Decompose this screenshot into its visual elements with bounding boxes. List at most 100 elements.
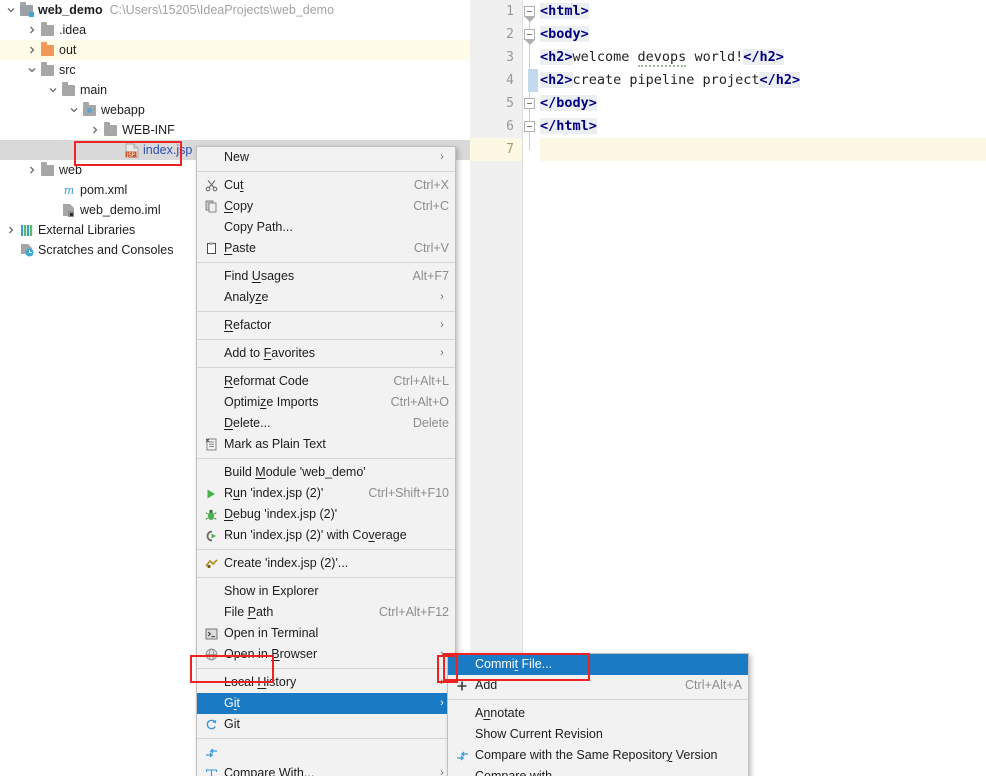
menu-item-paste[interactable]: Paste Ctrl+V <box>197 238 455 259</box>
menu-accelerator: Ctrl+Shift+F10 <box>368 486 449 500</box>
tree-row-src[interactable]: src <box>0 60 470 80</box>
menu-label: Debug 'index.jsp (2)' <box>224 507 338 521</box>
menu-item-compare-with[interactable] <box>197 742 455 763</box>
menu-item-diagrams[interactable]: Compare With... › <box>197 763 455 776</box>
menu-item-compare-same-repo-version[interactable]: Compare with the Same Repository Version <box>448 745 748 766</box>
caret-highlight <box>528 69 538 92</box>
menu-item-copy-path[interactable]: Copy Path... <box>197 217 455 238</box>
git-submenu[interactable]: Commit File... Add Ctrl+Alt+A Annotate S… <box>447 653 749 776</box>
tree-row-main[interactable]: main <box>0 80 470 100</box>
chevron-right-icon[interactable] <box>4 226 18 234</box>
tree-row-web_demo[interactable]: web_demo C:\Users\15205\IdeaProjects\web… <box>0 0 470 20</box>
chevron-right-icon[interactable] <box>25 166 39 174</box>
menu-item-build-module[interactable]: Build Module 'web_demo' <box>197 462 455 483</box>
menu-item-commit-file[interactable]: Commit File... <box>448 654 748 675</box>
menu-item-file-path[interactable]: File Path Ctrl+Alt+F12 <box>197 602 455 623</box>
code-token: </html> <box>540 118 597 134</box>
menu-item-refactor[interactable]: Refactor › <box>197 315 455 336</box>
tree-row-idea[interactable]: .idea <box>0 20 470 40</box>
menu-item-open-in-terminal[interactable]: Open in Terminal <box>197 623 455 644</box>
clipboard-icon <box>201 242 221 255</box>
scissors-icon <box>201 179 221 192</box>
terminal-icon <box>201 628 221 640</box>
menu-item-create-run-config[interactable]: Create 'index.jsp (2)'... <box>197 553 455 574</box>
code-token: <html> <box>540 3 589 19</box>
menu-label: Optimize Imports <box>224 395 319 409</box>
menu-label: Show in Explorer <box>224 584 319 598</box>
menu-item-debug[interactable]: Debug 'index.jsp (2)' <box>197 504 455 525</box>
submenu-arrow-icon: › <box>440 151 444 163</box>
chevron-right-icon[interactable] <box>25 46 39 54</box>
menu-item-show-current-revision[interactable]: Show Current Revision <box>448 724 748 745</box>
fold-marker-collapse[interactable] <box>524 98 535 109</box>
menu-item-show-in-explorer[interactable]: Show in Explorer <box>197 581 455 602</box>
line-number: 4 <box>506 73 514 88</box>
menu-label: Copy <box>224 199 254 213</box>
code-line-2: <body> <box>540 23 986 46</box>
chevron-down-icon[interactable] <box>67 106 81 114</box>
menu-accelerator: Delete <box>412 416 449 430</box>
chevron-down-icon[interactable] <box>46 86 60 94</box>
menu-label: Cut <box>224 178 244 192</box>
plaintext-icon <box>201 438 221 451</box>
menu-item-reload-from-disk[interactable]: Git <box>197 714 455 735</box>
code-token: world! <box>686 49 744 65</box>
line-number: 5 <box>506 96 514 111</box>
tree-row-webapp[interactable]: webapp <box>0 100 470 120</box>
coverage-icon <box>201 530 221 542</box>
line-number: 2 <box>506 27 514 42</box>
fold-marker-collapse[interactable] <box>524 121 535 132</box>
menu-item-compare-with-git[interactable]: Compare with <box>448 766 748 776</box>
tree-label: External Libraries <box>38 223 136 237</box>
menu-item-annotate[interactable]: Annotate <box>448 703 748 724</box>
menu-item-cut[interactable]: Cut Ctrl+X <box>197 175 455 196</box>
code-line-4: <h2>create pipeline project</h2> <box>528 69 986 92</box>
menu-label: Paste <box>224 241 256 255</box>
menu-item-reformat-code[interactable]: Reformat Code Ctrl+Alt+L <box>197 371 455 392</box>
menu-item-add[interactable]: Add Ctrl+Alt+A <box>448 675 748 696</box>
code-line-3: <h2>welcome devops world!</h2> <box>540 46 986 69</box>
menu-item-run[interactable]: Run 'index.jsp (2)' Ctrl+Shift+F10 <box>197 483 455 504</box>
menu-item-copy[interactable]: Copy Ctrl+C <box>197 196 455 217</box>
menu-separator <box>197 549 455 550</box>
fold-marker-collapse[interactable] <box>524 6 535 22</box>
create-run-config-icon <box>201 558 221 570</box>
menu-label: File Path <box>224 605 274 619</box>
menu-item-delete[interactable]: Delete... Delete <box>197 413 455 434</box>
code-token: create pipeline project <box>572 72 760 88</box>
menu-item-open-in-browser[interactable]: Open in Browser › <box>197 644 455 665</box>
menu-item-new[interactable]: New › <box>197 147 455 168</box>
chevron-down-icon[interactable] <box>4 6 18 14</box>
idea-window: web_demo C:\Users\15205\IdeaProjects\web… <box>0 0 986 776</box>
menu-accelerator: Ctrl+X <box>413 178 449 192</box>
tree-row-out[interactable]: out <box>0 40 470 60</box>
context-menu[interactable]: New › Cut Ctrl+X Copy Ctrl+C Copy Path..… <box>196 146 456 776</box>
menu-item-local-history[interactable]: Local History › <box>197 672 455 693</box>
compare-icon <box>201 747 221 759</box>
folder-icon <box>102 122 119 136</box>
tree-label: index.jsp <box>143 143 193 157</box>
menu-label: New <box>224 150 250 164</box>
menu-item-mark-as-plain-text[interactable]: Mark as Plain Text <box>197 434 455 455</box>
chevron-right-icon[interactable] <box>88 126 102 134</box>
menu-label: Build Module 'web_demo' <box>224 465 366 479</box>
menu-item-git[interactable]: Git › <box>197 693 455 714</box>
code-token: welcome <box>572 49 638 65</box>
menu-accelerator: Ctrl+V <box>413 241 449 255</box>
menu-item-run-with-coverage[interactable]: Run 'index.jsp (2)' with Coverage <box>197 525 455 546</box>
menu-item-optimize-imports[interactable]: Optimize Imports Ctrl+Alt+O <box>197 392 455 413</box>
fold-marker-collapse[interactable] <box>524 29 535 45</box>
menu-item-analyze[interactable]: Analyze › <box>197 287 455 308</box>
tree-label: WEB-INF <box>122 123 175 137</box>
menu-item-add-to-favorites[interactable]: Add to Favorites › <box>197 343 455 364</box>
menu-label: Analyze <box>224 290 269 304</box>
folder-source-icon <box>81 102 98 116</box>
folder-icon <box>39 62 56 76</box>
menu-item-find-usages[interactable]: Find Usages Alt+F7 <box>197 266 455 287</box>
menu-separator <box>197 339 455 340</box>
chevron-down-icon[interactable] <box>25 66 39 74</box>
line-number: 7 <box>470 138 522 161</box>
chevron-right-icon[interactable] <box>25 26 39 34</box>
folder-icon <box>60 82 77 96</box>
tree-row-web-inf[interactable]: WEB-INF <box>0 120 470 140</box>
